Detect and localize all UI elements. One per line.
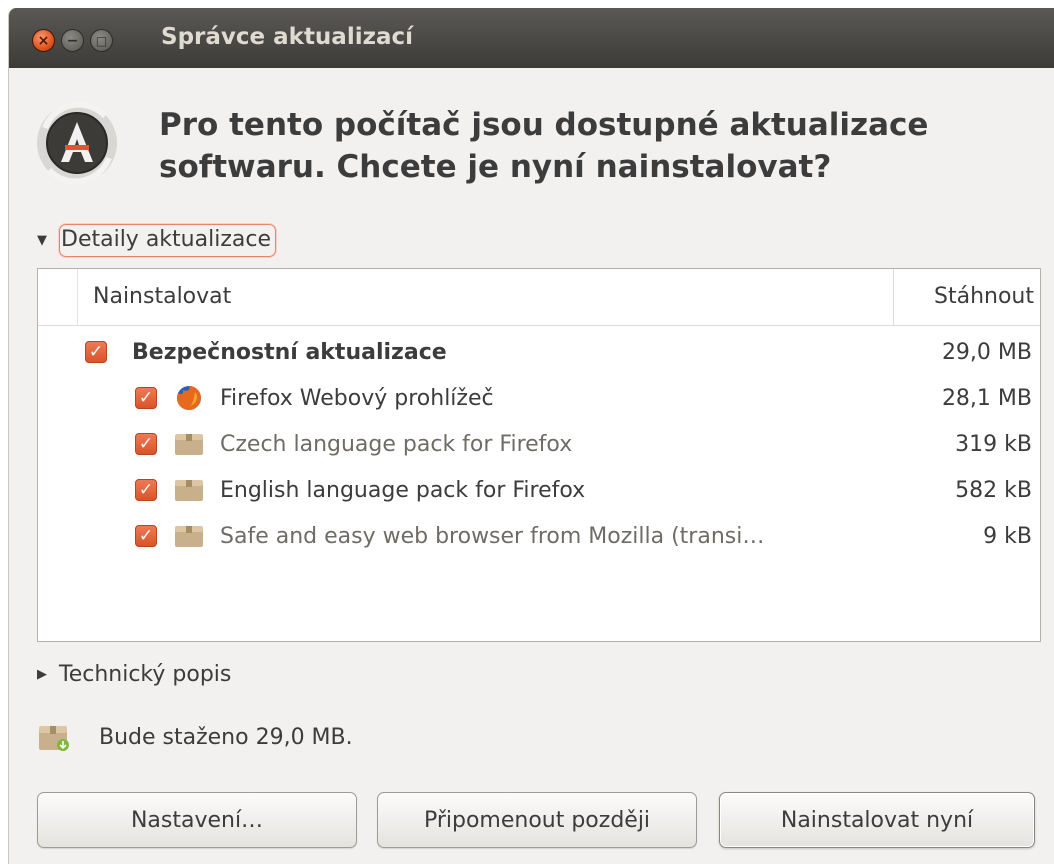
package-icon [175,526,203,547]
updates-tree[interactable]: Nainstalovat Stáhnout ✓ Bezpečnostní akt… [37,268,1041,642]
update-label: Czech language pack for Firefox [220,431,573,457]
close-window-button[interactable]: × [32,29,55,52]
column-divider [77,269,78,326]
check-icon: ✓ [88,342,104,362]
package-icon [175,434,203,455]
close-icon: × [37,32,50,49]
tree-header: Nainstalovat Stáhnout [38,269,1040,326]
update-row[interactable]: ✓ Firefox Webový prohlížeč 28,1 MB [38,375,1040,421]
expanded-arrow-icon: ▼ [37,233,47,248]
technical-description-expander[interactable]: ▶ Technický popis [37,662,231,687]
update-size: 9 kB [983,523,1032,549]
collapsed-arrow-icon: ▶ [37,667,47,682]
settings-button[interactable]: Nastavení… [37,792,357,848]
update-checkbox[interactable]: ✓ [135,387,157,409]
group-row-security[interactable]: ✓ Bezpečnostní aktualizace 29,0 MB [38,329,1040,375]
update-row[interactable]: ✓ Czech language pack for Firefox 319 kB [38,421,1040,467]
check-icon: ✓ [138,480,154,500]
update-label: Safe and easy web browser from Mozilla (… [220,523,765,549]
check-icon: ✓ [138,434,154,454]
minimize-icon: − [66,32,79,49]
update-manager-icon [37,101,117,185]
column-divider[interactable] [893,269,894,326]
download-size-text: Bude staženo 29,0 MB. [99,724,353,750]
technical-description-label: Technický popis [59,662,232,687]
package-icon [175,480,203,501]
update-row[interactable]: ✓ English language pack for Firefox 582 … [38,467,1040,513]
maximize-window-button[interactable]: □ [90,29,113,52]
update-label: Firefox Webový prohlížeč [220,385,494,411]
download-package-icon [39,726,69,751]
headline-line2: softwaru. Chcete je nyní nainstalovat? [159,149,832,185]
minimize-window-button[interactable]: − [61,29,84,52]
firefox-icon [176,386,201,410]
column-header-download[interactable]: Stáhnout [934,284,1034,309]
update-size: 319 kB [955,431,1032,457]
group-size: 29,0 MB [941,339,1032,365]
update-size: 582 kB [955,477,1032,503]
details-expander-label: Detaily aktualizace [59,224,276,257]
group-checkbox[interactable]: ✓ [85,341,107,363]
page-title: Pro tento počítač jsou dostupné aktualiz… [159,104,1039,188]
update-label: English language pack for Firefox [220,477,586,503]
window-title: Správce aktualizací [161,24,414,50]
download-status: Bude staženo 29,0 MB. [37,722,353,752]
update-manager-window: × − □ Správce aktualizací Pro tento počí… [8,8,1054,864]
column-header-install[interactable]: Nainstalovat [93,284,231,309]
install-now-button[interactable]: Nainstalovat nyní [719,792,1035,848]
update-row[interactable]: ✓ Safe and easy web browser from Mozilla… [38,513,1040,559]
group-label: Bezpečnostní aktualizace [132,339,447,365]
details-expander[interactable]: ▼ Detaily aktualizace [37,224,276,257]
titlebar[interactable]: × − □ Správce aktualizací [9,8,1054,68]
update-size: 28,1 MB [941,385,1032,411]
check-icon: ✓ [138,526,154,546]
maximize-icon: □ [95,33,108,48]
update-checkbox[interactable]: ✓ [135,433,157,455]
check-icon: ✓ [138,388,154,408]
update-checkbox[interactable]: ✓ [135,525,157,547]
update-checkbox[interactable]: ✓ [135,479,157,501]
remind-later-button[interactable]: Připomenout později [377,792,697,848]
headline-line1: Pro tento počítač jsou dostupné aktualiz… [159,107,929,143]
